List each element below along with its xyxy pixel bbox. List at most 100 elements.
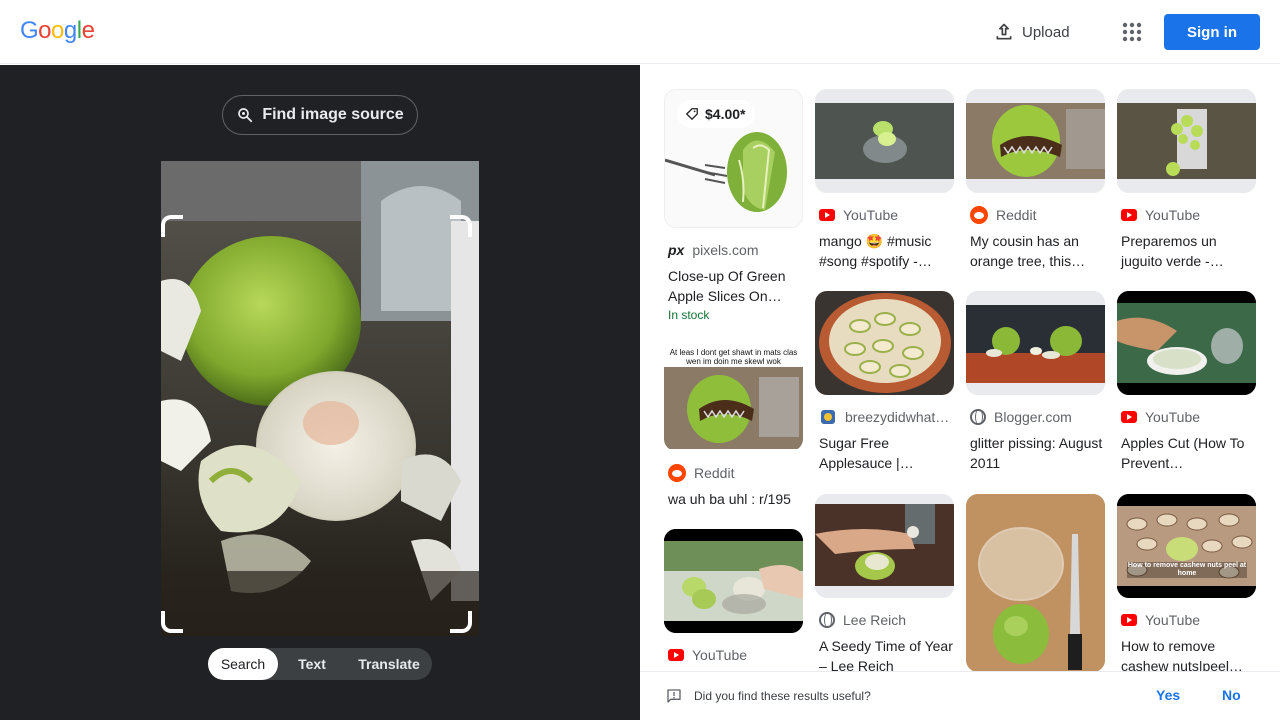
feedback-bar: Did you find these results useful? Yes N… xyxy=(640,671,1280,720)
youtube-icon xyxy=(1121,411,1137,423)
youtube-icon xyxy=(1121,614,1137,626)
youtube-icon xyxy=(819,209,835,221)
result-card[interactable]: Reddit My cousin has an orange tree, thi… xyxy=(966,89,1105,271)
tab-search[interactable]: Search xyxy=(208,648,278,680)
result-card[interactable]: Lee Reich A Seedy Time of Year – Lee Rei… xyxy=(815,494,954,676)
result-source: YouTube xyxy=(1117,205,1256,225)
youtube-icon xyxy=(668,649,684,661)
result-thumbnail xyxy=(966,494,1105,672)
result-thumbnail xyxy=(966,89,1105,193)
source-name: Blogger.com xyxy=(994,409,1072,425)
apple-knife-bowl-image xyxy=(966,494,1105,672)
green-juice-video-image xyxy=(1117,89,1256,193)
feedback-yes-button[interactable]: Yes xyxy=(1156,687,1180,703)
result-thumbnail: At leas I dont get shawt in mats clas we… xyxy=(664,347,803,451)
result-card[interactable]: YouTube mango 🤩 #music #song #spotify -… xyxy=(815,89,954,271)
result-card[interactable]: At leas I dont get shawt in mats clas we… xyxy=(664,347,803,509)
result-thumbnail xyxy=(1117,291,1256,395)
source-name: YouTube xyxy=(692,647,748,663)
reddit-icon xyxy=(970,206,988,224)
result-card[interactable]: YouTube xyxy=(664,529,803,665)
query-image[interactable] xyxy=(161,161,479,636)
youtube-icon xyxy=(1121,209,1137,221)
result-thumbnail xyxy=(1117,89,1256,193)
result-card[interactable]: YouTube Preparemos un juguito verde -… xyxy=(1117,89,1256,271)
reddit-icon xyxy=(668,464,686,482)
result-thumbnail: How to remove cashew nuts peel at home xyxy=(1117,494,1256,598)
logo-letter: g xyxy=(63,17,77,44)
globe-icon xyxy=(970,409,986,425)
sign-in-button[interactable]: Sign in xyxy=(1164,14,1260,50)
apple-mouth-image xyxy=(966,89,1105,193)
crop-handle-bottom-left[interactable] xyxy=(161,611,183,633)
result-card[interactable]: breezydidwhat… Sugar Free Applesauce |… xyxy=(815,291,954,473)
result-title: Preparemos un juguito verde -… xyxy=(1121,233,1224,269)
tab-text[interactable]: Text xyxy=(278,648,346,680)
apples-cut-video-image xyxy=(1117,291,1256,395)
result-card[interactable]: $4.00* px pixels.com Close-up Of Green A… xyxy=(664,89,803,322)
source-name: pixels.com xyxy=(692,242,759,258)
result-thumbnail: $4.00* xyxy=(664,89,803,228)
source-name: YouTube xyxy=(843,207,899,223)
crop-handle-top-left[interactable] xyxy=(161,215,183,237)
result-card[interactable]: Blogger.com glitter pissing: August 2011 xyxy=(966,291,1105,473)
video-caption: How to remove cashew nuts peel at home xyxy=(1127,562,1247,578)
pexels-icon: px xyxy=(668,242,685,258)
tab-translate[interactable]: Translate xyxy=(346,648,432,680)
query-image-pane: Find image source Search Text Translate xyxy=(0,65,640,720)
result-source: Lee Reich xyxy=(815,610,954,630)
result-thumbnail xyxy=(815,89,954,193)
feedback-no-button[interactable]: No xyxy=(1222,687,1241,703)
crop-handle-top-right[interactable] xyxy=(450,215,472,237)
result-source: YouTube xyxy=(815,205,954,225)
price-tag-icon xyxy=(685,108,698,121)
source-name: YouTube xyxy=(1145,612,1201,628)
result-title: wa uh ba uhl : r/195 xyxy=(668,491,791,507)
result-title: Apples Cut (How To Prevent… xyxy=(1121,435,1245,471)
result-thumbnail xyxy=(815,291,954,395)
result-source: YouTube xyxy=(664,645,803,665)
result-source: Reddit xyxy=(664,463,803,483)
result-title: Sugar Free Applesauce |… xyxy=(819,435,914,471)
seedy-apple-image xyxy=(815,494,954,598)
find-image-source-button[interactable]: Find image source xyxy=(222,95,418,135)
result-source: px pixels.com xyxy=(664,240,803,260)
result-thumbnail xyxy=(815,494,954,598)
logo-letter: o xyxy=(51,17,64,44)
result-source: Blogger.com xyxy=(966,407,1105,427)
result-title: mango 🤩 #music #song #spotify -… xyxy=(819,233,932,269)
result-source: YouTube xyxy=(1117,407,1256,427)
result-title: My cousin has an orange tree, this… xyxy=(970,233,1086,269)
apps-grid-icon xyxy=(1122,22,1142,42)
find-image-source-label: Find image source xyxy=(262,106,404,123)
source-name: Reddit xyxy=(996,207,1037,223)
stock-status: In stock xyxy=(668,308,710,322)
result-source: YouTube xyxy=(1117,610,1256,630)
upload-button[interactable]: Upload xyxy=(984,12,1084,52)
google-apps-button[interactable] xyxy=(1112,12,1152,52)
lens-search-icon xyxy=(238,108,253,123)
apple-peeling-video-image xyxy=(664,529,803,633)
feedback-icon xyxy=(667,689,681,703)
result-thumbnail xyxy=(664,529,803,633)
cashew-nuts-video-image xyxy=(1117,494,1256,598)
result-title: How to remove cashew nuts|peel… xyxy=(1121,638,1243,674)
result-card[interactable] xyxy=(966,494,1105,672)
price-text: $4.00* xyxy=(705,106,746,122)
lens-mode-tabs: Search Text Translate xyxy=(208,648,432,680)
crop-handle-bottom-right[interactable] xyxy=(450,611,472,633)
logo-letter: o xyxy=(38,17,52,44)
google-logo[interactable]: Google xyxy=(20,17,95,45)
applesauce-bowl-image xyxy=(815,291,954,395)
mango-video-image xyxy=(815,89,954,193)
result-card[interactable]: How to remove cashew nuts peel at home Y… xyxy=(1117,494,1256,676)
result-title: glitter pissing: August 2011 xyxy=(970,435,1103,471)
upload-label: Upload xyxy=(1022,23,1070,41)
visual-matches-pane: $4.00* px pixels.com Close-up Of Green A… xyxy=(640,65,1280,720)
globe-icon xyxy=(819,612,835,628)
result-card[interactable]: YouTube Apples Cut (How To Prevent… xyxy=(1117,291,1256,473)
result-title: Close-up Of Green Apple Slices On… xyxy=(668,268,786,304)
logo-letter: G xyxy=(20,17,39,44)
meme-caption: At leas I dont get shawt in mats clas we… xyxy=(669,348,798,366)
feedback-question: Did you find these results useful? xyxy=(694,689,871,703)
